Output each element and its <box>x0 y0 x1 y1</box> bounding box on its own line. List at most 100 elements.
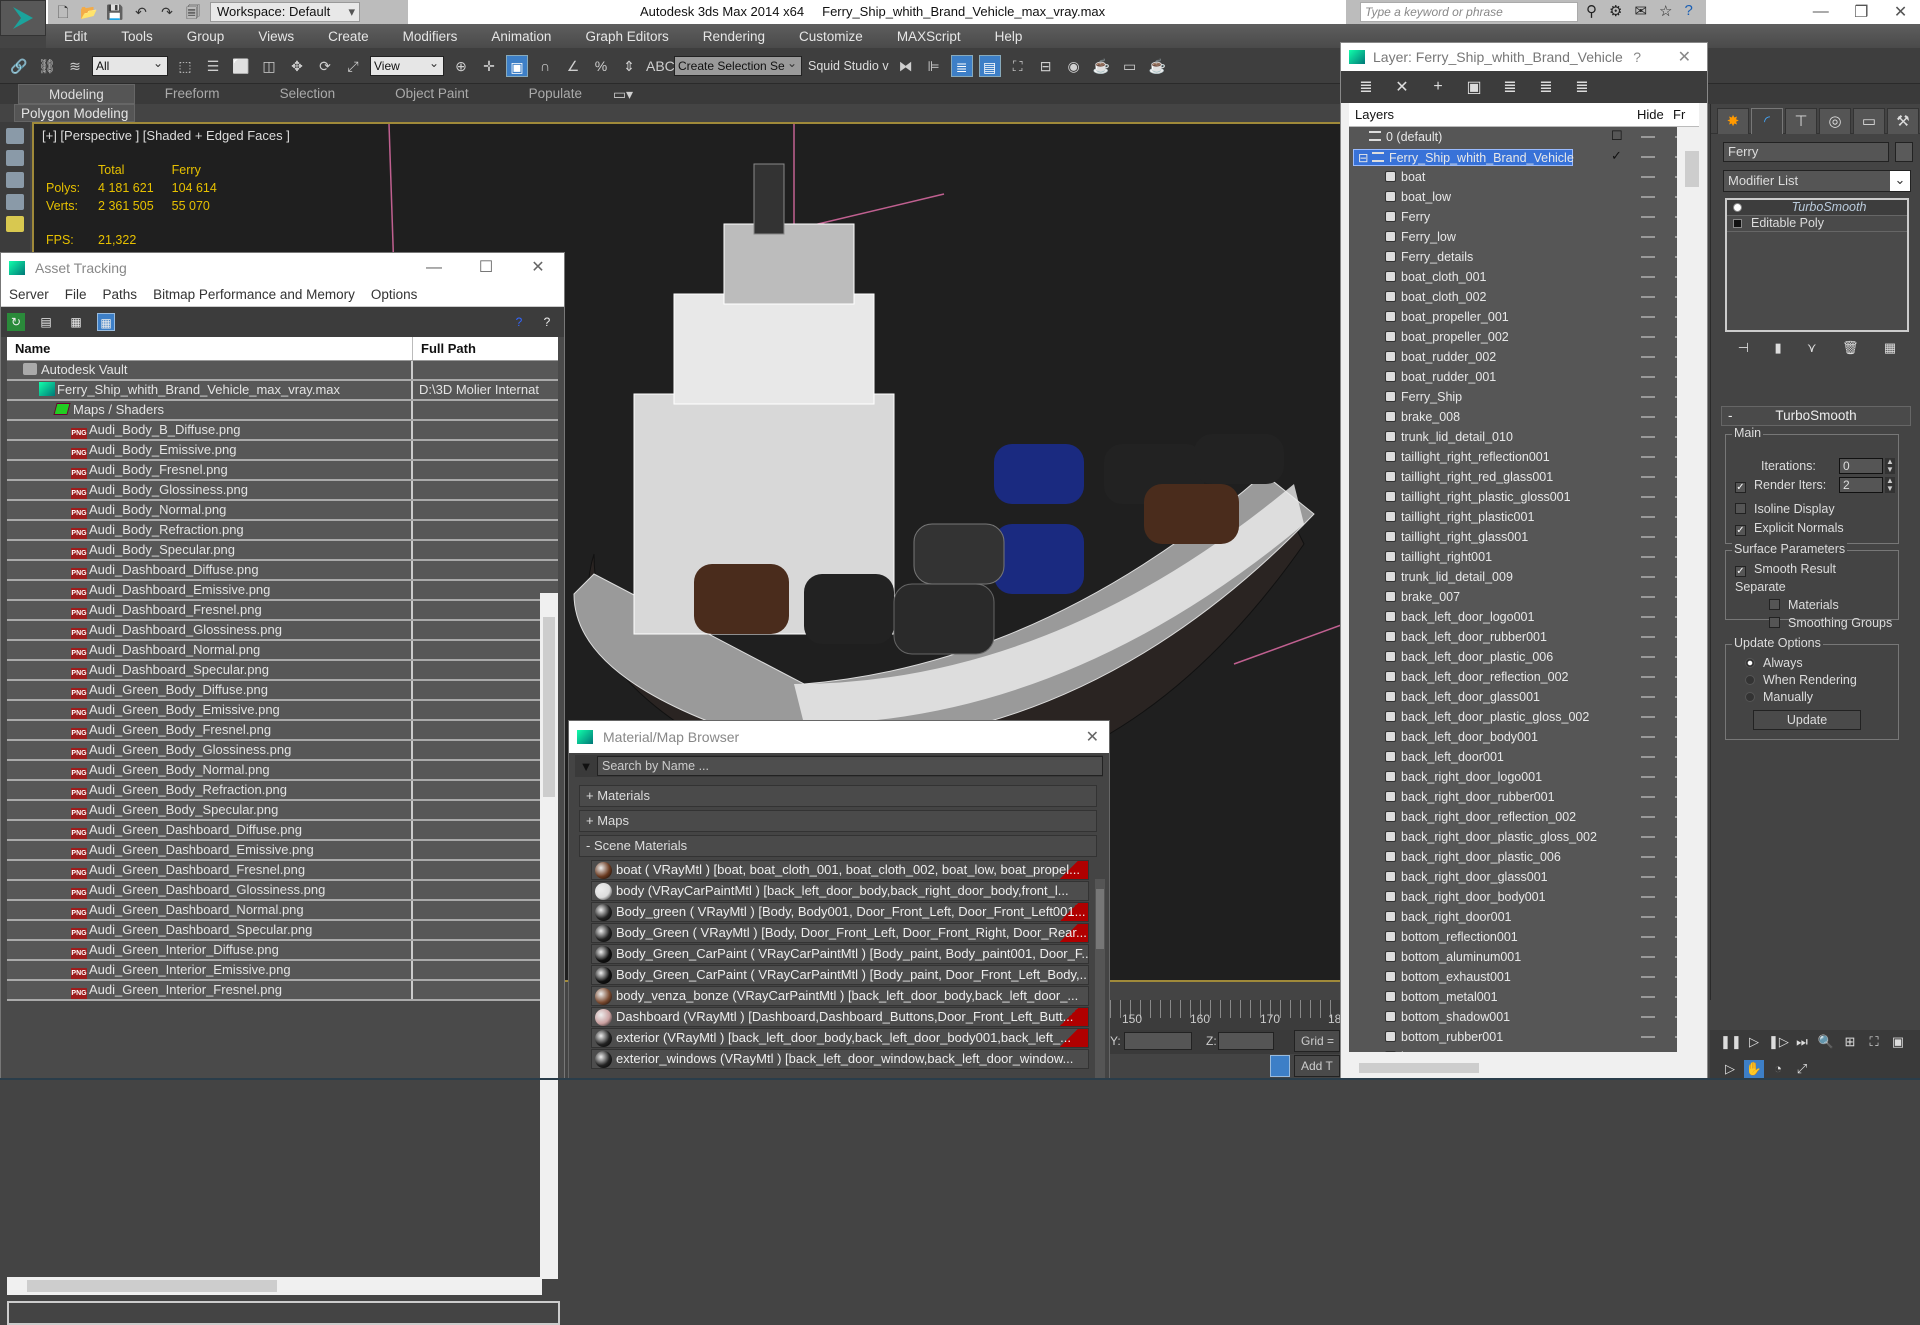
freeze-unfreeze-all-icon[interactable]: ≣ <box>1573 77 1591 97</box>
current-layer-toggle[interactable]: ☐ <box>1611 128 1623 144</box>
asset-row[interactable]: PNG Audi_Green_Dashboard_Specular.png <box>7 921 558 941</box>
layer-object-row[interactable]: boat <box>1349 167 1677 187</box>
iterations-spinner[interactable]: ▲ ▼ <box>1885 458 1895 474</box>
layer-object-row[interactable]: taillight_right001 <box>1349 547 1677 567</box>
menu-rendering[interactable]: Rendering <box>686 29 782 44</box>
save-icon[interactable]: 💾 <box>106 4 124 20</box>
asset-row[interactable]: PNG Audi_Dashboard_Emissive.png <box>7 581 558 601</box>
timeline-ruler[interactable] <box>1110 1000 1340 1018</box>
asset-row[interactable]: PNG Audi_Green_Body_Specular.png <box>7 801 558 821</box>
undo-icon[interactable]: ↶ <box>132 4 150 20</box>
hide-toggle[interactable] <box>1641 956 1655 958</box>
pivot-center-icon[interactable]: ⊕ <box>450 55 472 77</box>
separate-smoothing-groups-checkbox[interactable]: Smoothing Groups <box>1769 616 1892 630</box>
scene-material-item[interactable]: body_venza_bonze (VRayCarPaintMtl ) [bac… <box>591 986 1089 1006</box>
freeze-toggle[interactable] <box>1675 816 1677 818</box>
freeze-toggle[interactable] <box>1675 676 1677 678</box>
layer-object-row[interactable]: Ferry_details <box>1349 247 1677 267</box>
ribbon-options-icon[interactable]: ▭▾ <box>612 83 634 105</box>
hide-toggle[interactable] <box>1641 596 1655 598</box>
layer-manager-icon[interactable]: ≣ <box>950 54 973 77</box>
asset-row[interactable]: PNG Audi_Dashboard_Normal.png <box>7 641 558 661</box>
stack-item-turbosmooth[interactable]: TurboSmooth <box>1727 200 1907 216</box>
hide-toggle[interactable] <box>1641 616 1655 618</box>
layer-object-row[interactable]: back_left_door_rubber001 <box>1349 627 1677 647</box>
display-tab-icon[interactable]: ▭ <box>1853 108 1885 134</box>
scene-material-item[interactable]: Body_Green_CarPaint ( VRayCarPaintMtl ) … <box>591 965 1089 985</box>
create-tab-icon[interactable]: ✸ <box>1717 108 1749 134</box>
help-local-icon[interactable]: ? <box>538 313 556 331</box>
asset-row[interactable]: PNG Audi_Body_Fresnel.png <box>7 461 558 481</box>
remove-modifier-icon[interactable]: 🗑 <box>1842 340 1859 360</box>
asset-row[interactable]: PNG Audi_Green_Body_Diffuse.png <box>7 681 558 701</box>
asset-row[interactable]: Maps / Shaders <box>7 401 558 421</box>
named-selection-dropdown[interactable]: Create Selection Se <box>674 54 802 76</box>
zoom-extents-icon[interactable]: ⛶ <box>1864 1033 1884 1051</box>
freeze-toggle[interactable] <box>1675 796 1677 798</box>
layer-object-row[interactable]: bottom_rubber001 <box>1349 1027 1677 1047</box>
selection-filter-dropdown[interactable]: All <box>92 54 168 76</box>
scene-material-item[interactable]: boat ( VRayMtl ) [boat, boat_cloth_001, … <box>591 860 1089 880</box>
smooth-result-checkbox[interactable]: ✓ Smooth Result <box>1735 562 1836 577</box>
collapse-icon[interactable]: ⊟ <box>1358 151 1372 165</box>
menu-maxscript[interactable]: MAXScript <box>880 29 978 44</box>
layer-object-row[interactable]: Ferry <box>1349 207 1677 227</box>
hide-toggle[interactable] <box>1641 316 1655 318</box>
orbit-icon[interactable]: ◔ <box>1768 1060 1788 1078</box>
layer-object-row[interactable]: back_right_door_glass001 <box>1349 867 1677 887</box>
column-freeze[interactable]: Fr <box>1673 103 1685 127</box>
hide-toggle[interactable] <box>1641 856 1655 858</box>
bind-space-warp-icon[interactable]: ≋ <box>64 55 86 77</box>
workspace-dropdown[interactable]: Workspace: Default <box>210 2 360 22</box>
hide-toggle[interactable] <box>1641 676 1655 678</box>
material-scrollbar[interactable] <box>1095 879 1105 1079</box>
angle-snap-icon[interactable]: ∠ <box>562 55 584 77</box>
layer-object-row[interactable]: back_left_door_glass001 <box>1349 687 1677 707</box>
layer-object-row[interactable]: back_right_door_reflection_002 <box>1349 807 1677 827</box>
hide-toggle[interactable] <box>1641 976 1655 978</box>
asset-row[interactable]: PNG Audi_Dashboard_Diffuse.png <box>7 561 558 581</box>
mirror-icon[interactable]: ⧓ <box>895 55 917 77</box>
hide-toggle[interactable] <box>1641 156 1655 158</box>
show-end-result-icon[interactable]: ▮ <box>1774 340 1781 360</box>
freeze-toggle[interactable] <box>1675 316 1677 318</box>
link-icon[interactable]: 🔗 <box>8 55 30 77</box>
freeze-toggle[interactable] <box>1675 596 1677 598</box>
layer-object-row[interactable]: back_left_door001 <box>1349 747 1677 767</box>
motion-tab-icon[interactable]: ◎ <box>1819 108 1851 134</box>
scene-material-item[interactable]: Dashboard (VRayMtl ) [Dashboard,Dashboar… <box>591 1007 1089 1027</box>
freeze-toggle[interactable] <box>1675 496 1677 498</box>
asset-row[interactable]: PNG Audi_Green_Dashboard_Diffuse.png <box>7 821 558 841</box>
hide-toggle[interactable] <box>1641 376 1655 378</box>
layer-object-row[interactable]: boat_cloth_001 <box>1349 267 1677 287</box>
rect-selection-icon[interactable]: ⬜ <box>230 55 252 77</box>
hide-toggle[interactable] <box>1641 416 1655 418</box>
hide-toggle[interactable] <box>1641 356 1655 358</box>
hide-toggle[interactable] <box>1641 1016 1655 1018</box>
scale-icon[interactable]: ⤢ <box>342 55 364 77</box>
hide-toggle[interactable] <box>1641 556 1655 558</box>
calendar-icon[interactable] <box>6 194 24 210</box>
ribbon-tab-object-paint[interactable]: Object Paint <box>365 84 499 104</box>
scene-material-item[interactable]: Body_Green_CarPaint ( VRayCarPaintMtl ) … <box>591 944 1089 964</box>
scene-material-item[interactable]: Body_green ( VRayMtl ) [Body, Body001, D… <box>591 902 1089 922</box>
layer-object-row[interactable]: back_right_door_logo001 <box>1349 767 1677 787</box>
freeze-toggle[interactable] <box>1675 136 1677 138</box>
menu-help[interactable]: Help <box>978 29 1040 44</box>
layer-object-row[interactable]: back_right_door_body001 <box>1349 887 1677 907</box>
freeze-toggle[interactable] <box>1675 996 1677 998</box>
menu-options[interactable]: Options <box>363 287 426 302</box>
expand-plus-icon[interactable] <box>1733 219 1742 228</box>
asset-row[interactable]: PNG Audi_Green_Interior_Emissive.png <box>7 961 558 981</box>
isoline-display-checkbox[interactable]: Isoline Display <box>1735 502 1835 516</box>
hide-toggle[interactable] <box>1641 336 1655 338</box>
asset-row[interactable]: PNG Audi_Dashboard_Glossiness.png <box>7 621 558 641</box>
hide-toggle[interactable] <box>1641 896 1655 898</box>
new-file-icon[interactable]: 🗋 <box>54 4 72 20</box>
asset-row[interactable]: Autodesk Vault <box>7 361 558 381</box>
update-always-radio[interactable]: Always <box>1745 656 1803 670</box>
hide-toggle[interactable] <box>1641 996 1655 998</box>
select-object-icon[interactable]: ⬚ <box>174 55 196 77</box>
menu-customize[interactable]: Customize <box>782 29 880 44</box>
hide-toggle[interactable] <box>1641 536 1655 538</box>
